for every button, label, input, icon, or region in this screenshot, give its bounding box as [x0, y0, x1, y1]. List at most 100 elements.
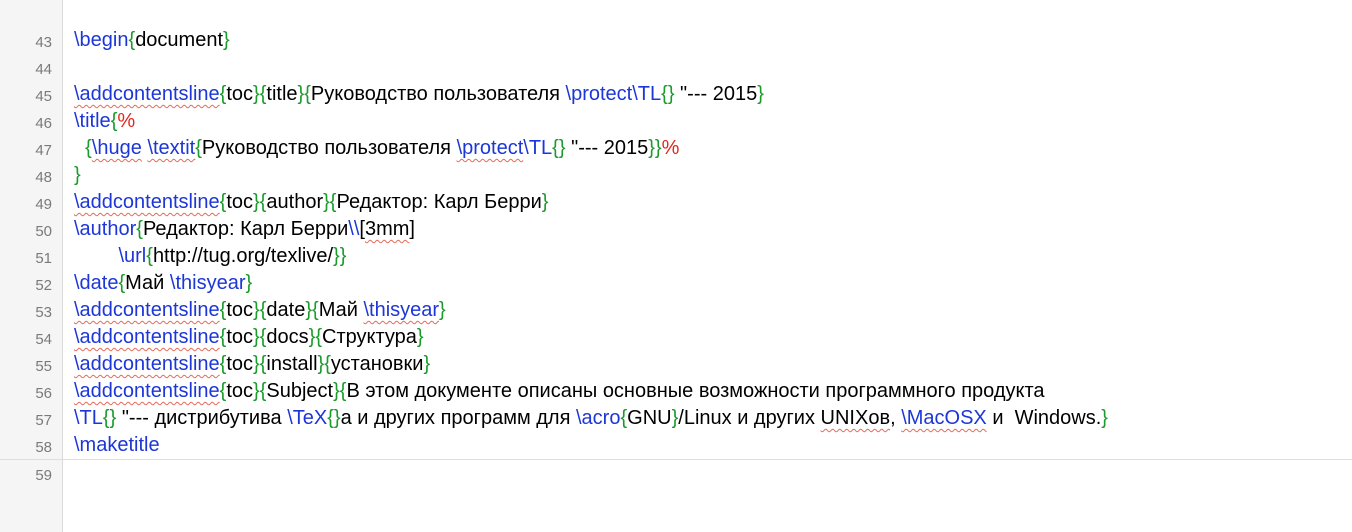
code-line[interactable]: 51 \url{http://tug.org/texlive/}}: [0, 243, 1352, 270]
line-text[interactable]: \url{http://tug.org/texlive/}}: [74, 243, 346, 270]
brace-token: {: [136, 218, 143, 240]
code-token: "--- 2015: [674, 83, 758, 105]
brace-token: {: [195, 137, 202, 159]
code-line[interactable]: 47 {\huge \textit{Руководство пользовате…: [0, 135, 1352, 162]
line-number: 59: [35, 467, 52, 484]
code-line[interactable]: 55 \addcontentsline{toc}{install}{установ…: [0, 351, 1352, 378]
line-text[interactable]: \addcontentsline{toc}{install}{установки…: [74, 351, 430, 378]
latex-command: \\: [348, 218, 360, 240]
code-editor[interactable]: 43 \begin{document} 44 45 \addcontentsline{t…: [0, 0, 1352, 532]
misspelled-word: 3mm: [364, 218, 410, 240]
line-number: 49: [35, 196, 52, 213]
latex-command: \textit: [147, 137, 196, 159]
code-token: document: [135, 29, 224, 51]
brace-token: }{: [305, 299, 319, 321]
code-token: ,: [890, 407, 902, 429]
code-line[interactable]: 45 \addcontentsline{toc}{title}{Руководст…: [0, 81, 1352, 108]
line-text[interactable]: \addcontentsline{toc}{date}{Май \thisyea…: [74, 297, 446, 324]
latex-command: \addcontentsline: [74, 83, 220, 105]
line-text[interactable]: \begin{document}: [74, 27, 230, 54]
line-number: 45: [35, 88, 52, 105]
brace-token: }{: [308, 326, 323, 348]
code-token: toc: [226, 299, 254, 321]
line-text[interactable]: \addcontentsline{toc}{docs}{Структура}: [74, 324, 424, 351]
latex-command: \TeX: [287, 407, 328, 429]
code-token: Руководство пользователя: [310, 83, 566, 105]
line-text[interactable]: \author{Редактор: Карл Берри\\[3mm]: [74, 216, 415, 243]
line-text[interactable]: {\huge \textit{Руководство пользователя …: [74, 135, 679, 162]
line-number: 54: [35, 331, 52, 348]
code-token: toc: [226, 191, 254, 213]
code-token: ]: [409, 218, 415, 240]
code-line[interactable]: 59: [0, 459, 1352, 487]
code-token: "--- дистрибутива: [116, 407, 288, 429]
code-line[interactable]: 58 \maketitle: [0, 432, 1352, 459]
line-number: 46: [35, 115, 52, 132]
code-line[interactable]: 48}: [0, 162, 1352, 189]
brace-token: {}: [327, 407, 341, 429]
code-token: install: [266, 353, 318, 375]
latex-command: \date: [74, 272, 119, 294]
line-number: 56: [35, 385, 52, 402]
code-line[interactable]: 44: [0, 54, 1352, 81]
line-number: 53: [35, 304, 52, 321]
line-text[interactable]: }: [74, 162, 81, 189]
brace-token: }{: [253, 83, 267, 105]
code-line[interactable]: 53 \addcontentsline{toc}{date}{Май \thisy…: [0, 297, 1352, 324]
code-line[interactable]: 46 \title{%: [0, 108, 1352, 135]
code-token: GNU: [627, 407, 672, 429]
code-line[interactable]: 43 \begin{document}: [0, 27, 1352, 54]
line-text[interactable]: \addcontentsline{toc}{title}{Руководство…: [74, 81, 764, 108]
line-number: 47: [35, 142, 52, 159]
line-number: 50: [35, 223, 52, 240]
line-text[interactable]: \date{Май \thisyear}: [74, 270, 252, 297]
code-token: toc: [226, 83, 254, 105]
code-line[interactable]: 52 \date{Май \thisyear}: [0, 270, 1352, 297]
code-token: title: [266, 83, 298, 105]
latex-command: \addcontentsline: [74, 191, 220, 213]
code-token: Редактор: Карл Берри: [336, 191, 542, 213]
brace-token: }: [423, 353, 431, 375]
brace-token: {}: [661, 83, 675, 105]
latex-command: \protect\TL: [565, 83, 662, 105]
line-text[interactable]: \TL{} "--- дистрибутива \TeX{}а и других…: [74, 405, 1108, 432]
latex-command: \addcontentsline: [74, 326, 220, 348]
code-lines[interactable]: 43 \begin{document} 44 45 \addcontentsline{t…: [0, 27, 1352, 487]
code-token: и Windows.: [986, 407, 1102, 429]
line-text[interactable]: \maketitle: [74, 432, 160, 459]
code-token: В этом документе описаны основные возмож…: [346, 380, 1045, 402]
brace-token: {}: [102, 407, 117, 429]
code-token: toc: [226, 353, 254, 375]
line-number: 48: [35, 169, 52, 186]
brace-token: }{: [253, 299, 267, 321]
code-line[interactable]: 56 \addcontentsline{toc}{Subject}{В этом …: [0, 378, 1352, 405]
code-token: docs: [266, 326, 309, 348]
brace-token: }{: [317, 353, 331, 375]
code-line[interactable]: 50 \author{Редактор: Карл Берри\\[3mm]: [0, 216, 1352, 243]
code-token: Май: [125, 272, 170, 294]
brace-token: }: [1101, 407, 1108, 429]
latex-command: \begin: [74, 29, 129, 51]
code-line[interactable]: 57 \TL{} "--- дистрибутива \TeX{}а и друг…: [0, 405, 1352, 432]
code-line[interactable]: 54 \addcontentsline{toc}{docs}{Структура}: [0, 324, 1352, 351]
line-number: 55: [35, 358, 52, 375]
latex-command: \TL: [74, 407, 103, 429]
latex-command: \TL: [523, 137, 553, 159]
code-token: date: [266, 299, 306, 321]
code-token: Subject: [266, 380, 334, 402]
brace-token: }{: [253, 380, 267, 402]
misspelled-word: UNIXов: [820, 407, 891, 429]
line-text[interactable]: \title{%: [74, 108, 135, 135]
latex-command: \addcontentsline: [74, 299, 220, 321]
line-text[interactable]: \addcontentsline{toc}{Subject}{В этом до…: [74, 378, 1045, 405]
code-token: toc: [226, 380, 254, 402]
brace-token: }{: [323, 191, 337, 213]
brace-token: {: [85, 137, 92, 159]
brace-token: }: [223, 29, 230, 51]
latex-command: \thisyear: [363, 299, 440, 321]
brace-token: }: [245, 272, 253, 294]
line-text[interactable]: \addcontentsline{toc}{author}{Редактор: …: [74, 189, 548, 216]
code-line[interactable]: 49 \addcontentsline{toc}{author}{Редактор…: [0, 189, 1352, 216]
